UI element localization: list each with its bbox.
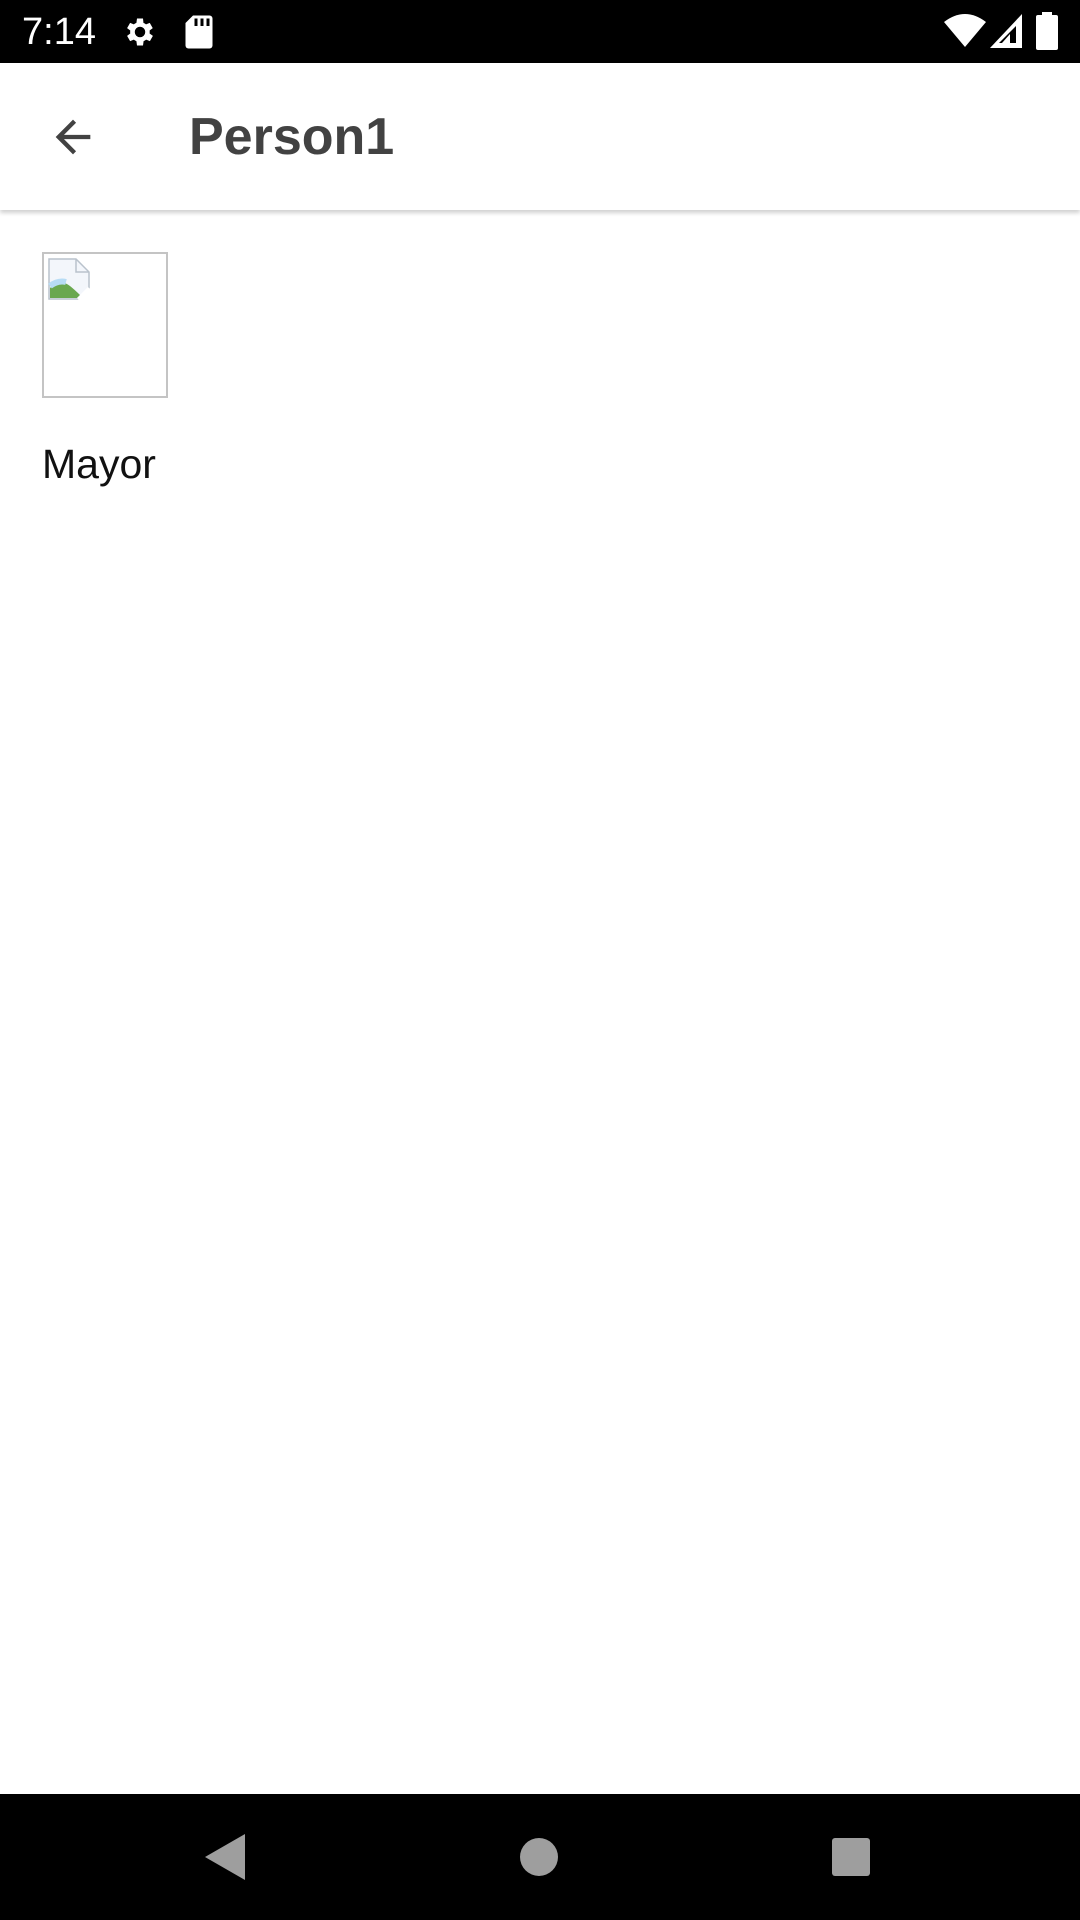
recents-square-icon — [832, 1838, 870, 1876]
back-button[interactable] — [32, 99, 114, 175]
item-label: Mayor — [42, 441, 156, 487]
page-title: Person1 — [189, 108, 395, 166]
content-area: Mayor — [0, 210, 1080, 1794]
sd-card-icon — [185, 15, 213, 49]
broken-image-icon — [48, 258, 90, 300]
nav-back-button[interactable] — [192, 1824, 258, 1890]
item-thumbnail — [42, 252, 168, 398]
battery-icon — [1036, 12, 1058, 50]
nav-home-button[interactable] — [506, 1824, 572, 1890]
settings-icon — [127, 18, 153, 46]
grid-item-mayor[interactable]: Mayor — [42, 252, 242, 488]
home-circle-icon — [520, 1838, 558, 1876]
wifi-icon — [944, 14, 986, 47]
status-time: 7:14 — [22, 11, 96, 53]
navigation-bar — [0, 1794, 1080, 1920]
app-bar: Person1 — [0, 63, 1080, 210]
cell-signal-icon — [990, 14, 1022, 48]
nav-recents-button[interactable] — [818, 1824, 884, 1890]
back-triangle-icon — [205, 1834, 245, 1880]
arrow-back-icon — [55, 119, 91, 155]
screen: 7:14 Person1 Mayor — [0, 0, 1080, 1920]
status-bar: 7:14 — [0, 0, 1080, 63]
